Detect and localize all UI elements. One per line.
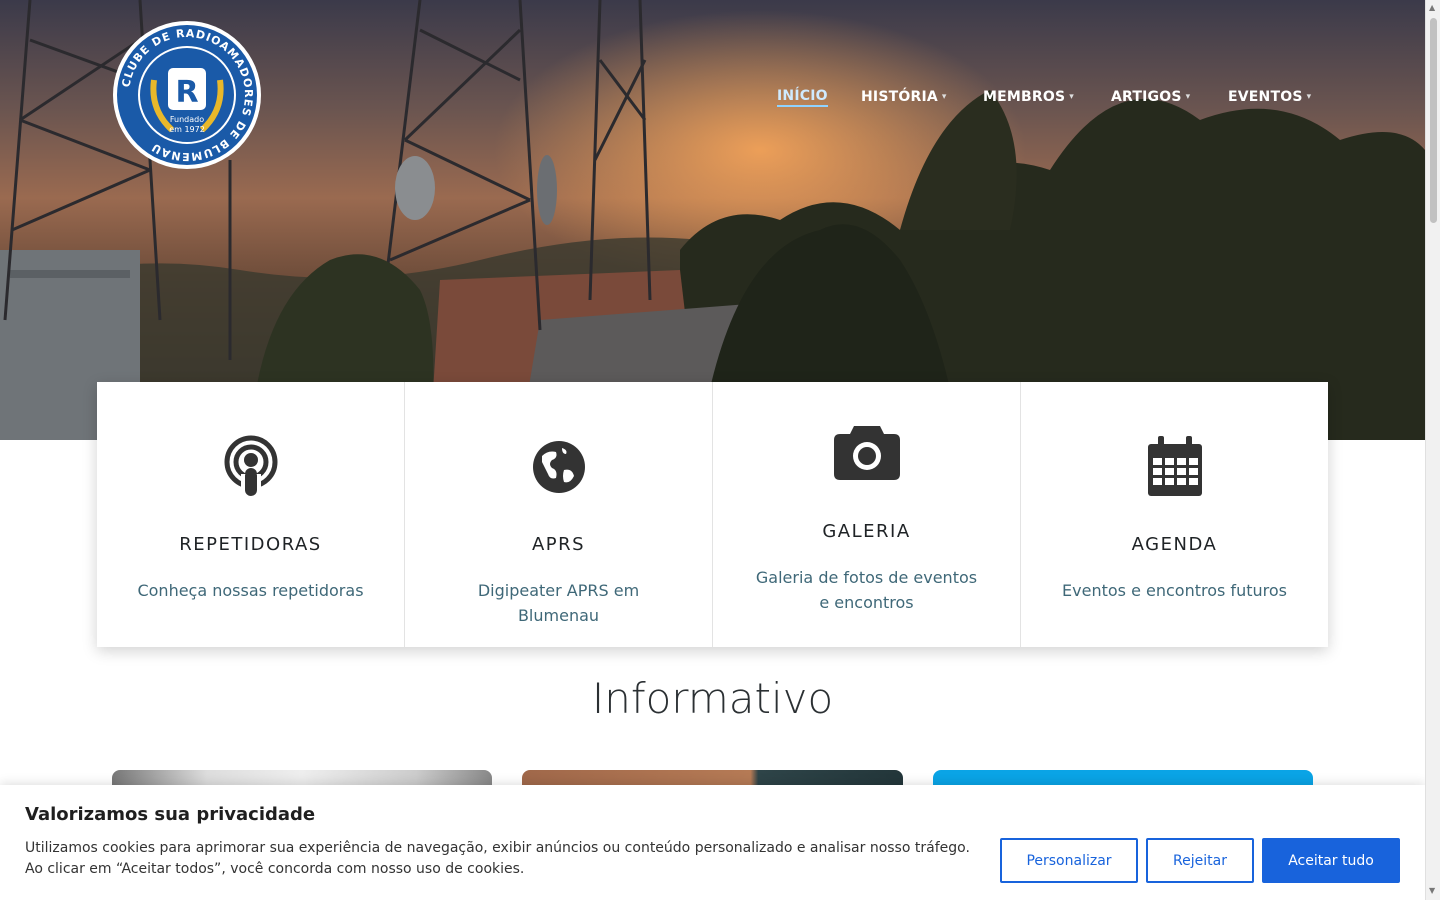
feature-title: APRS [531, 534, 586, 555]
feature-description[interactable]: Eventos e encontros futuros [1061, 578, 1288, 603]
nav-label: HISTÓRIA [861, 89, 938, 105]
globe-icon [532, 441, 585, 493]
club-logo[interactable]: CLUBE DE RADIOAMADORES DE BLUMENAU R Fun… [112, 20, 262, 170]
accept-all-button[interactable]: Aceitar tudo [1262, 838, 1400, 883]
nav-label: EVENTOS [1228, 89, 1303, 105]
feature-title: REPETIDORAS [179, 534, 322, 555]
nav-eventos[interactable]: EVENTOS ▾ [1228, 86, 1311, 108]
nav-label: ARTIGOS [1111, 89, 1182, 105]
chevron-down-icon: ▾ [1306, 92, 1312, 102]
feature-aprs[interactable]: APRS Digipeater APRS em Blumenau [405, 382, 713, 647]
calendar-icon [1147, 436, 1202, 496]
nav-label: MEMBROS [983, 89, 1066, 105]
cookie-text: Utilizamos cookies para aprimorar sua ex… [25, 840, 970, 877]
hero-banner: CLUBE DE RADIOAMADORES DE BLUMENAU R Fun… [0, 0, 1425, 440]
svg-text:R: R [175, 75, 198, 110]
feature-galeria[interactable]: GALERIA Galeria de fotos de eventos e en… [713, 382, 1021, 647]
nav-label: INÍCIO [777, 88, 828, 107]
chevron-down-icon: ▾ [941, 92, 947, 102]
logo-year-label: em 1972 [169, 125, 205, 134]
cookie-title: Valorizamos sua privacidade [25, 804, 316, 825]
feature-repetidoras[interactable]: REPETIDORAS Conheça nossas repetidoras [97, 382, 405, 647]
scrollbar-thumb[interactable] [1430, 18, 1437, 223]
cookie-consent-banner: Valorizamos sua privacidade Utilizamos c… [0, 785, 1425, 900]
feature-description[interactable]: Galeria de fotos de eventos e encontros [753, 565, 980, 615]
logo-founded-label: Fundado [170, 115, 204, 124]
reject-button[interactable]: Rejeitar [1146, 838, 1254, 883]
scroll-up-arrow-icon[interactable]: ▲ [1429, 3, 1435, 12]
nav-artigos[interactable]: ARTIGOS ▾ [1111, 86, 1190, 108]
feature-description[interactable]: Digipeater APRS em Blumenau [445, 578, 672, 628]
page-scrollbar[interactable]: ▲ ▼ [1425, 0, 1440, 900]
feature-description[interactable]: Conheça nossas repetidoras [137, 578, 364, 603]
feature-boxes: REPETIDORAS Conheça nossas repetidoras A… [97, 382, 1328, 647]
scroll-down-arrow-icon[interactable]: ▼ [1429, 886, 1435, 895]
camera-icon [833, 426, 900, 480]
section-title: Informativo [591, 674, 834, 723]
feature-agenda[interactable]: AGENDA Eventos e encontros futuros [1021, 382, 1328, 647]
nav-inicio[interactable]: INÍCIO [777, 86, 828, 108]
nav-historia[interactable]: HISTÓRIA ▾ [861, 86, 947, 108]
nav-membros[interactable]: MEMBROS ▾ [983, 86, 1074, 108]
customize-button[interactable]: Personalizar [1000, 838, 1138, 883]
feature-title: AGENDA [1131, 534, 1218, 555]
feature-title: GALERIA [822, 521, 911, 542]
podcast-icon [224, 435, 277, 498]
chevron-down-icon: ▾ [1185, 92, 1191, 102]
chevron-down-icon: ▾ [1069, 92, 1074, 102]
